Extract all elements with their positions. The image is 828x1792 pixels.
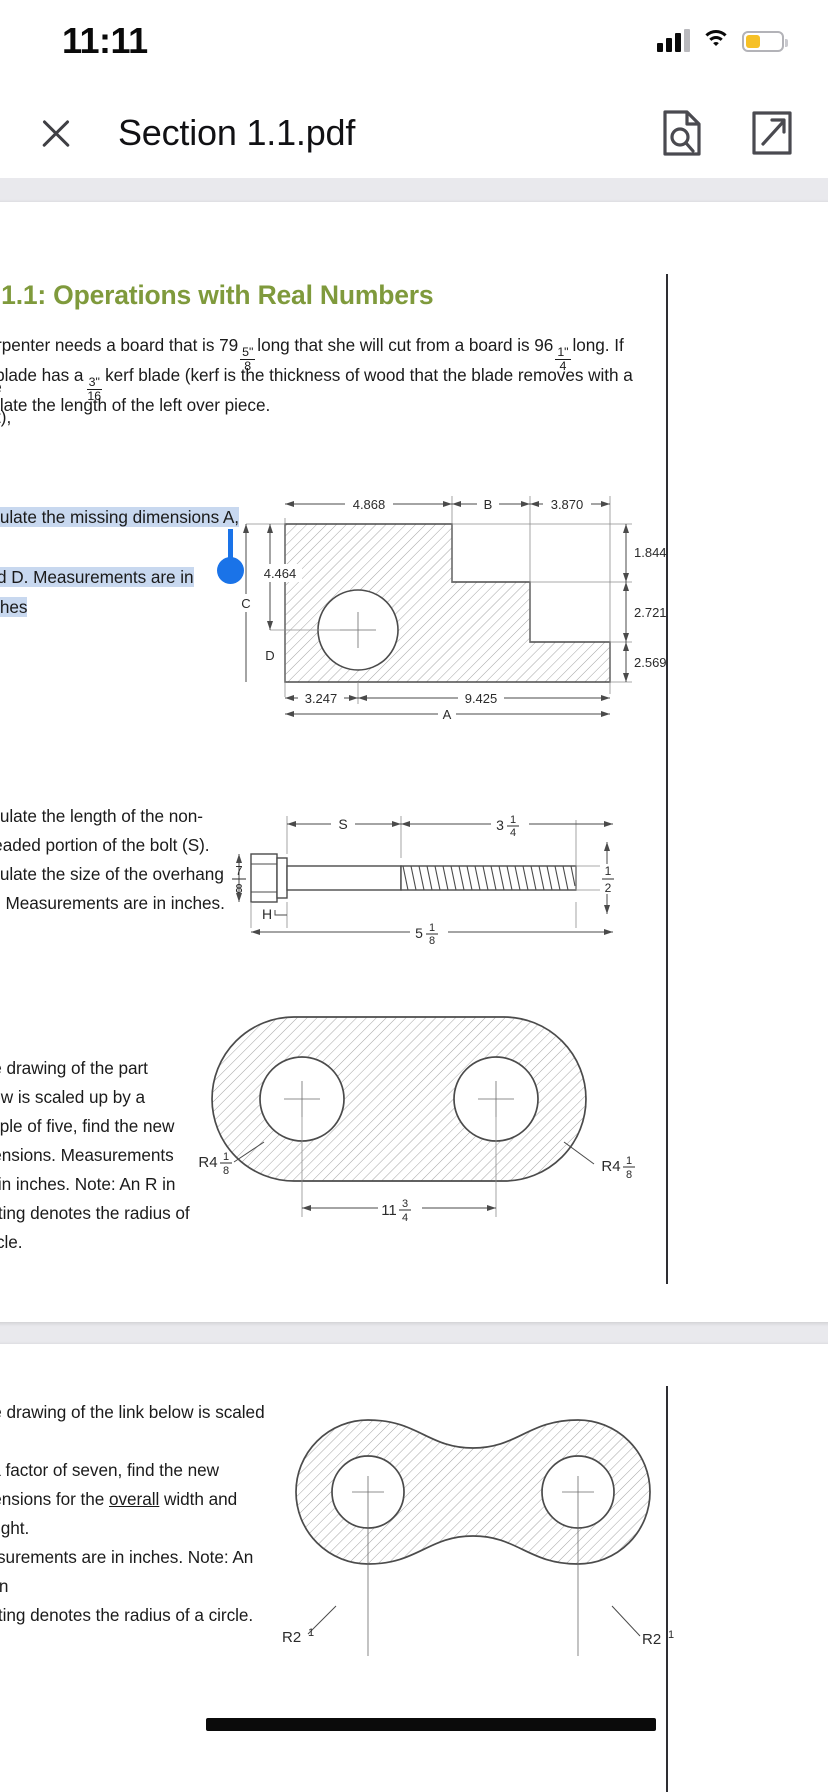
p3-line3: alculate the size of the overhang <box>0 864 224 884</box>
page-margin-rule <box>666 274 668 1284</box>
dim-C: C <box>241 596 250 611</box>
status-bar: 11:11 <box>0 0 828 88</box>
app-toolbar: Section 1.1.pdf <box>0 88 828 178</box>
dim-3247: 3.247 <box>305 691 338 706</box>
dim-1844: 1.844 <box>634 545 667 560</box>
p5-line1: the drawing of the link below is scaled … <box>0 1402 265 1422</box>
annotation-black-bar <box>206 1718 656 1731</box>
svg-text:1: 1 <box>308 1627 314 1639</box>
svg-text:8: 8 <box>626 1169 632 1181</box>
svg-text:1: 1 <box>605 864 612 878</box>
toolbar-actions <box>660 109 794 157</box>
p5-line4: easurements are in inches. Note: An R in <box>0 1547 254 1596</box>
figure-stepped-block: 4.868 B 3.870 4.464 C D 1.844 2.721 2.56… <box>240 482 667 723</box>
dim-B: B <box>484 497 493 512</box>
dim-3870: 3.870 <box>551 497 584 512</box>
wifi-icon <box>701 30 731 52</box>
p4-line2: elow is scaled up by a <box>0 1087 146 1107</box>
p5-line2: y a factor of seven, find the new <box>0 1460 220 1480</box>
p4-line6: rafting denotes the radius of <box>0 1203 190 1223</box>
svg-text:5: 5 <box>415 925 423 941</box>
p1-line2a: w blade has a <box>0 365 84 385</box>
p4-line3: ultiple of five, find the new <box>0 1116 175 1136</box>
problem-3-text: alculate the length of the non- hreaded … <box>0 802 228 918</box>
svg-text:R4: R4 <box>198 1154 217 1171</box>
p1-line1a: carpenter needs a board that is 79 <box>0 335 239 355</box>
figure-bolt: 7 8 S 3 1 4 1 2 H 5 1 8 <box>223 802 643 962</box>
svg-text:1: 1 <box>429 922 435 934</box>
svg-text:3: 3 <box>402 1198 408 1210</box>
svg-text:1: 1 <box>223 1151 229 1163</box>
svg-text:7: 7 <box>235 863 242 878</box>
p1-line1b: long that she will cut from a board is 9… <box>257 335 554 355</box>
p4-line7: circle. <box>0 1232 23 1252</box>
dim-S: S <box>338 816 347 832</box>
p3-line1: alculate the length of the non- <box>0 806 203 826</box>
p3-line2: hreaded portion of the bolt (S). <box>0 835 210 855</box>
svg-text:1: 1 <box>668 1629 674 1641</box>
share-external-icon[interactable] <box>750 109 794 157</box>
svg-text:R2: R2 <box>282 1629 301 1646</box>
close-icon[interactable] <box>30 107 82 159</box>
pdf-page-1: n 1.1: Operations with Real Numbers carp… <box>0 202 828 1322</box>
dim-R2-right: R2 1 <box>642 1629 674 1648</box>
document-search-icon[interactable] <box>660 109 704 157</box>
pdf-viewport[interactable]: n 1.1: Operations with Real Numbers carp… <box>0 178 828 1792</box>
svg-text:3: 3 <box>496 817 504 833</box>
dim-4464: 4.464 <box>264 566 297 581</box>
p4-line1: the drawing of the part <box>0 1058 148 1078</box>
status-bar-indicators <box>657 29 788 52</box>
svg-text:4: 4 <box>510 827 516 839</box>
pdf-page-2: the drawing of the link below is scaled … <box>0 1344 828 1792</box>
p4-line5: re in inches. Note: An R in <box>0 1174 176 1194</box>
dim-H: H <box>262 906 272 922</box>
figure-dumbbell-link: R2 1 R2 1 <box>278 1406 674 1666</box>
svg-text:1: 1 <box>510 814 516 826</box>
p4-line4: mensions. Measurements <box>0 1145 174 1165</box>
svg-text:11: 11 <box>381 1202 397 1219</box>
dim-R2-left: R2 1 <box>282 1627 314 1646</box>
status-bar-clock: 11:11 <box>62 20 148 61</box>
svg-text:8: 8 <box>429 935 435 947</box>
dim-R4-1-8-left: R4 1 8 <box>198 1151 232 1177</box>
cellular-signal-icon <box>657 29 690 52</box>
selected-text-line-2: and D. Measurements are in inches <box>0 567 194 617</box>
p5-underline: overall <box>109 1489 160 1509</box>
dim-4868: 4.868 <box>353 497 386 512</box>
dim-R4-1-8-right: R4 1 8 <box>601 1155 635 1181</box>
dim-7-8: 7 8 <box>232 863 246 896</box>
p5-line3a: mensions for the <box>0 1489 105 1509</box>
dim-2721: 2.721 <box>634 605 667 620</box>
dim-D: D <box>265 648 274 663</box>
dim-2569: 2.569 <box>634 655 667 670</box>
selected-text-line-1: alculate the missing dimensions A, B, <box>0 507 239 557</box>
svg-text:2: 2 <box>605 881 612 895</box>
phone-screen: 11:11 Section 1.1.pdf n 1.1: Operations … <box>0 0 828 1792</box>
svg-text:4: 4 <box>402 1212 408 1224</box>
svg-text:8: 8 <box>235 881 242 896</box>
battery-icon <box>742 30 788 52</box>
problem-1-text-line3: lculate the length of the left over piec… <box>0 395 271 415</box>
dim-A: A <box>443 707 452 722</box>
figure-slotted-link: 11 3 4 R4 1 8 R4 1 8 <box>174 1002 654 1252</box>
page-title: Section 1.1.pdf <box>118 112 356 153</box>
svg-text:8: 8 <box>223 1165 229 1177</box>
p3-line4: H). Measurements are in inches. <box>0 893 225 913</box>
problem-4-text: the drawing of the part elow is scaled u… <box>0 1054 193 1257</box>
problem-5-text: the drawing of the link below is scaled … <box>0 1398 268 1630</box>
svg-text:R4: R4 <box>601 1158 620 1175</box>
p5-line5: rafting denotes the radius of a circle. <box>0 1605 254 1625</box>
svg-text:R2: R2 <box>642 1631 661 1648</box>
dim-9425: 9.425 <box>465 691 498 706</box>
problem-2-text[interactable]: alculate the missing dimensions A, B, an… <box>0 502 240 622</box>
selection-caret[interactable] <box>228 529 233 559</box>
section-heading: n 1.1: Operations with Real Numbers <box>0 280 434 310</box>
svg-text:1: 1 <box>626 1155 632 1167</box>
